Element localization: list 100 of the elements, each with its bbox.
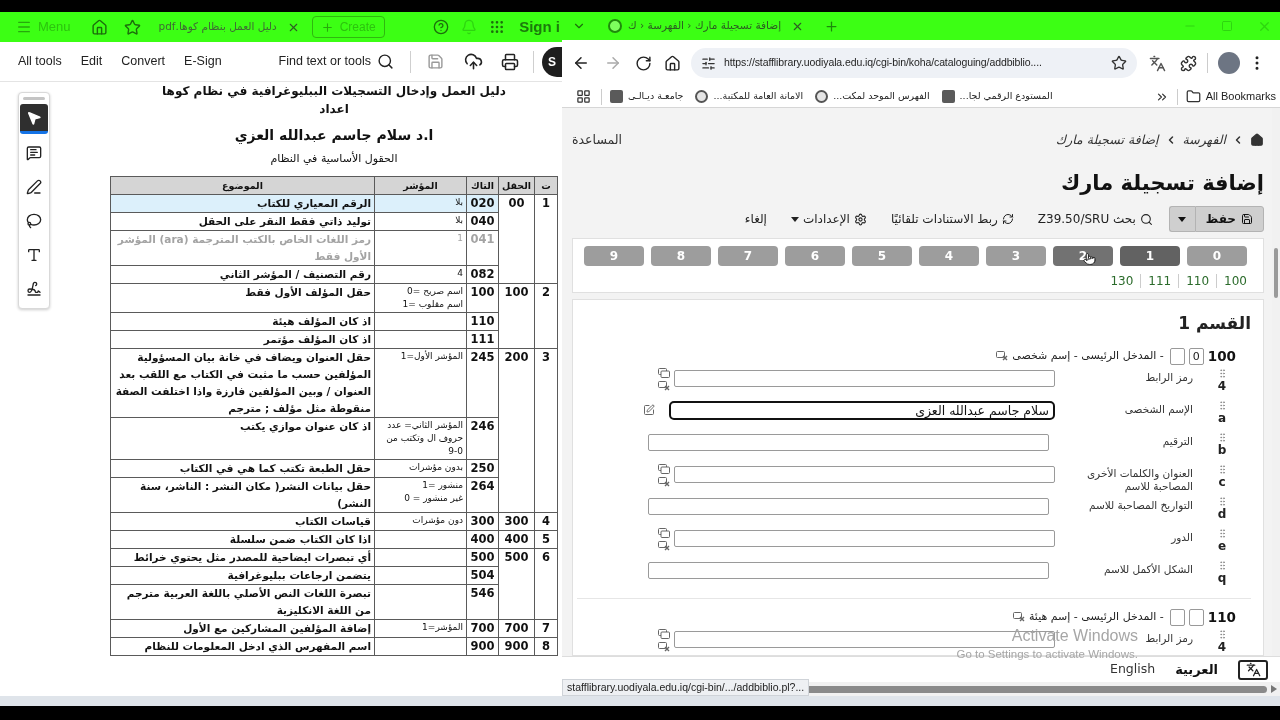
activation-notice-detail: Go to Settings to activate Windows. <box>956 648 1138 661</box>
subfield-input[interactable]: سلام جاسم عبدالله العزى <box>669 401 1055 420</box>
sign-in-button[interactable]: Sign i <box>519 15 560 39</box>
subfield-code: e <box>1217 539 1227 553</box>
section-tab[interactable]: 2 <box>1053 246 1113 266</box>
indicator-field[interactable]: 0 <box>1188 347 1204 365</box>
indicator-field[interactable] <box>1169 347 1185 365</box>
bookmark-item[interactable]: الفهرس الموحد لمكت... <box>815 89 930 104</box>
subfield-input[interactable] <box>674 466 1055 483</box>
printer-icon[interactable] <box>501 52 519 71</box>
find-tools-button[interactable]: Find text or tools <box>278 52 394 71</box>
indicator-field[interactable] <box>1188 608 1204 626</box>
copy-icon[interactable] <box>658 629 670 639</box>
settings-button[interactable]: الإعدادات <box>790 210 867 228</box>
reload-icon[interactable] <box>635 54 652 72</box>
save-button[interactable]: حفظ <box>1194 206 1264 232</box>
copy-icon[interactable] <box>658 464 670 474</box>
avatar-icon[interactable] <box>1218 52 1240 74</box>
z3950-search-button[interactable]: بحث Z39.50/SRU <box>1037 210 1153 228</box>
row-number-cell: 2 <box>534 283 558 349</box>
language-icon[interactable] <box>1238 659 1268 680</box>
tag-cell: 100 <box>466 283 499 313</box>
scroll-right-arrow-icon[interactable] <box>1271 685 1277 693</box>
copy-icon[interactable] <box>658 528 670 538</box>
window-x-icon[interactable] <box>658 381 670 391</box>
caret-down-icon <box>1178 216 1187 222</box>
vertical-scrollbar[interactable] <box>1272 108 1280 656</box>
link-authorities-button[interactable]: ربط الاستنادات تلقائيًا <box>890 210 1014 228</box>
tag-cell: 546 <box>466 584 499 620</box>
copy-icon[interactable] <box>658 368 670 378</box>
settings-icon <box>853 212 867 226</box>
field-link[interactable]: 130 <box>1110 272 1134 290</box>
subfield-code: 4 <box>1217 379 1227 393</box>
indicator-cell: 1= منشور 0 = غير منشور <box>374 477 467 513</box>
window-x-icon[interactable] <box>658 642 670 652</box>
row-number-cell: 1 <box>534 194 558 284</box>
toolbar-menu-item[interactable]: Edit <box>80 52 103 71</box>
save-icon[interactable] <box>427 53 444 70</box>
apps-grid-icon[interactable] <box>576 89 591 104</box>
bookmark-star-icon[interactable] <box>1111 55 1127 71</box>
home-icon[interactable] <box>664 54 681 72</box>
upload-cloud-icon[interactable] <box>464 52 483 71</box>
cancel-button[interactable]: إلغاء <box>744 210 767 228</box>
home-icon[interactable] <box>1250 133 1264 147</box>
prepared-by-label: اعداد <box>319 101 349 118</box>
language-link[interactable]: العربية <box>1175 659 1218 680</box>
window-x-icon[interactable] <box>1012 612 1025 622</box>
field-link[interactable]: 111 <box>1148 272 1172 290</box>
menu-icon <box>16 19 32 35</box>
column-header: التاك <box>471 180 494 191</box>
toolbar-menu-item[interactable]: All tools <box>18 52 62 71</box>
search-icon <box>377 53 394 70</box>
bookmark-item[interactable]: المستودع الرقمي لجا... <box>941 89 1053 104</box>
indicator-cell: 0= اسم صريح 1= اسم مقلوب <box>374 283 467 313</box>
section-heading: القسم 1 <box>1178 312 1251 334</box>
field-link[interactable]: 110 <box>1186 272 1210 290</box>
extensions-icon[interactable] <box>1180 54 1197 72</box>
field-tag: 100 <box>1207 345 1236 367</box>
help-icon[interactable] <box>433 19 450 35</box>
address-bar[interactable]: https://stafflibrary.uodiyala.edu.iq/cgi-bin/koha/cataloguing/addbiblio.... <box>691 48 1137 78</box>
toolbar-menu-item[interactable]: E-Sign <box>184 52 222 71</box>
window-x-icon[interactable] <box>658 477 670 487</box>
subfield-input[interactable] <box>648 562 1049 579</box>
subfield-input[interactable] <box>674 370 1055 387</box>
subfield-input[interactable] <box>648 498 1049 515</box>
new-tab-icon[interactable] <box>824 18 840 34</box>
save-options-button[interactable] <box>1168 206 1195 232</box>
bookmark-item[interactable]: الامانة العامة للمكتبة... <box>695 89 804 104</box>
signature-icon <box>26 281 42 297</box>
window-x-icon[interactable] <box>996 351 1009 361</box>
field-tag: 110 <box>1207 606 1236 628</box>
help-link[interactable]: المساعدة <box>572 130 623 150</box>
section-tab[interactable]: 1 <box>1120 246 1180 266</box>
row-number-cell: 5 <box>534 530 558 549</box>
document-tab[interactable]: دليل العمل بنظام كوها.pdf <box>158 12 300 42</box>
column-header: ت <box>541 180 551 191</box>
breadcrumb-link[interactable]: إضافة تسجيلة مارك <box>1055 130 1159 150</box>
breadcrumb-link[interactable]: الفهرسة <box>1182 130 1226 150</box>
share-button[interactable]: S <box>542 46 562 77</box>
row-number-cell: 3 <box>534 348 558 513</box>
indicator-field[interactable] <box>1169 608 1185 626</box>
language-link[interactable]: English <box>1110 660 1156 679</box>
browser-tab[interactable]: إضافة تسجيلة مارك ‹ الفهرسة ‹ ك <box>602 14 811 38</box>
toolbar-menu-item[interactable]: Convert <box>121 52 166 71</box>
column-header: الحقل <box>502 180 531 191</box>
edit-icon[interactable] <box>643 404 655 416</box>
translate-icon[interactable] <box>1149 54 1166 72</box>
field-link[interactable]: 100 <box>1224 272 1247 290</box>
tool-button[interactable] <box>20 104 48 134</box>
subfield-input[interactable] <box>674 530 1055 547</box>
text-icon <box>26 247 42 263</box>
window-x-icon[interactable] <box>658 541 670 551</box>
row-number-cell: 4 <box>534 512 558 531</box>
subfield-input[interactable] <box>648 434 1049 451</box>
site-settings-icon[interactable] <box>701 55 716 71</box>
subfield-code: b <box>1217 443 1227 457</box>
subfield-code: a <box>1217 411 1227 425</box>
star-icon[interactable] <box>123 18 141 36</box>
all-bookmarks-button[interactable]: All Bookmarks <box>1185 88 1276 105</box>
bookmark-item[interactable]: جامعـة ديـالـى <box>610 89 684 104</box>
